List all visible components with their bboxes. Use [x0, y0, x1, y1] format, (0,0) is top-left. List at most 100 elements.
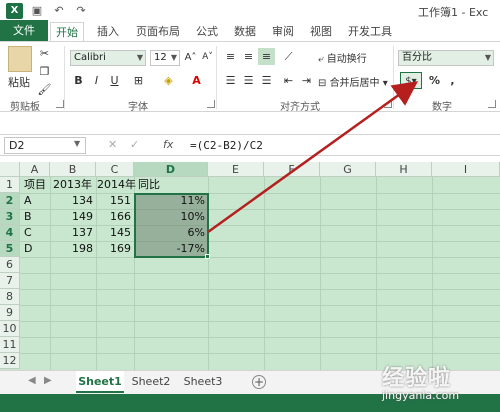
increase-indent-icon[interactable]: ⇥ [298, 72, 315, 89]
number-launcher-icon[interactable] [488, 100, 496, 108]
cell-2014[interactable]: 151 [96, 193, 134, 209]
row-header[interactable]: 7 [0, 273, 20, 289]
decrease-indent-icon[interactable]: ⇤ [280, 72, 297, 89]
add-sheet-button[interactable]: + [252, 375, 266, 389]
enter-icon[interactable]: ✓ [130, 138, 139, 151]
sheet-tab[interactable]: Sheet3 [180, 371, 226, 393]
row-header[interactable]: 8 [0, 289, 20, 305]
comma-style-button[interactable]: , [444, 72, 461, 89]
cell-2014[interactable]: 169 [96, 241, 134, 257]
font-size-dropdown[interactable]: 12 ▼ [150, 50, 180, 66]
align-right-icon[interactable]: ☰ [258, 72, 275, 89]
cell-item[interactable]: C [21, 225, 35, 241]
redo-icon[interactable]: ↷ [72, 3, 90, 19]
accounting-format-icon[interactable]: $▾ [400, 72, 422, 89]
cell-item[interactable]: A [21, 193, 35, 209]
row-header[interactable]: 2 [0, 193, 20, 209]
save-icon[interactable]: ▣ [28, 3, 46, 19]
name-box-dropdown-icon[interactable]: ▼ [74, 139, 80, 148]
bold-button[interactable]: B [70, 72, 87, 89]
merge-center-button[interactable]: ⊟ 合并后居中 ▾ [318, 74, 388, 89]
cell-2014[interactable]: 166 [96, 209, 134, 225]
sheet-tab-active[interactable]: Sheet1 [76, 371, 124, 393]
sheet-tab[interactable]: Sheet2 [128, 371, 174, 393]
worksheet-grid[interactable]: A B C D E F G H I 1 2 3 4 5 6 7 8 9 10 1… [0, 162, 500, 370]
cell-yoy[interactable]: 11% [134, 193, 208, 209]
fill-color-icon[interactable]: ◈ [160, 72, 177, 89]
tab-review[interactable]: 审阅 [266, 22, 300, 41]
cell-2013[interactable]: 137 [50, 225, 96, 241]
row-header[interactable]: 6 [0, 257, 20, 273]
row-header[interactable]: 10 [0, 321, 20, 337]
percent-style-button[interactable]: % [426, 72, 443, 89]
row-header[interactable]: 11 [0, 337, 20, 353]
format-painter-icon[interactable]: 🖌 [36, 81, 53, 98]
cell-header[interactable]: 2013年 [50, 177, 95, 193]
cell-item[interactable]: D [21, 241, 35, 257]
font-color-icon[interactable]: A [188, 72, 205, 89]
align-bottom-icon[interactable]: ≡ [258, 48, 275, 65]
row-header[interactable]: 4 [0, 225, 20, 241]
number-format-dropdown[interactable]: 百分比 ▼ [398, 50, 494, 66]
decrease-font-icon[interactable]: A˅ [199, 49, 216, 66]
undo-icon[interactable]: ↶ [50, 3, 68, 19]
tab-view[interactable]: 视图 [304, 22, 338, 41]
underline-button[interactable]: U [106, 72, 123, 89]
tab-insert[interactable]: 插入 [90, 22, 126, 41]
cell-header[interactable]: 项目 [21, 177, 49, 193]
tab-developer[interactable]: 开发工具 [342, 22, 398, 41]
scroll-left-icon[interactable]: ◀ [28, 375, 36, 386]
align-middle-icon[interactable]: ≡ [240, 48, 257, 65]
cell-header[interactable]: 2014年 [94, 177, 139, 193]
cell-2013[interactable]: 149 [50, 209, 96, 225]
row-header[interactable]: 3 [0, 209, 20, 225]
row-header[interactable]: 9 [0, 305, 20, 321]
tab-page-layout[interactable]: 页面布局 [130, 22, 186, 41]
cell-item[interactable]: B [21, 209, 35, 225]
align-top-icon[interactable]: ≡ [222, 48, 239, 65]
row-header[interactable]: 12 [0, 353, 20, 369]
cell-yoy[interactable]: 6% [134, 225, 208, 241]
cell-yoy[interactable]: -17% [134, 241, 208, 257]
paste-label[interactable]: 粘贴 [8, 74, 30, 90]
select-all-corner[interactable] [0, 162, 20, 177]
copy-icon[interactable]: ❐ [36, 63, 53, 80]
column-header[interactable]: A [20, 162, 50, 177]
cell-2014[interactable]: 145 [96, 225, 134, 241]
column-header[interactable]: F [264, 162, 320, 177]
tab-formulas[interactable]: 公式 [190, 22, 224, 41]
scroll-right-icon[interactable]: ▶ [44, 375, 52, 386]
wrap-text-button[interactable]: ⤶ 自动换行 [318, 50, 367, 65]
cancel-icon[interactable]: ✕ [108, 138, 117, 151]
align-center-icon[interactable]: ☰ [240, 72, 257, 89]
italic-button[interactable]: I [88, 72, 105, 89]
row-header[interactable]: 5 [0, 241, 20, 257]
cell-yoy[interactable]: 10% [134, 209, 208, 225]
column-header[interactable]: I [432, 162, 500, 177]
tab-data[interactable]: 数据 [228, 22, 262, 41]
increase-font-icon[interactable]: A˄ [182, 49, 199, 66]
cell-header[interactable]: 同比 [135, 177, 163, 193]
column-header[interactable]: D [134, 162, 208, 177]
cell-2013[interactable]: 134 [50, 193, 96, 209]
paste-icon[interactable] [8, 46, 32, 72]
column-header[interactable]: E [208, 162, 264, 177]
clipboard-launcher-icon[interactable] [56, 100, 64, 108]
cut-icon[interactable]: ✂ [36, 45, 53, 62]
alignment-launcher-icon[interactable] [384, 100, 392, 108]
column-header[interactable]: B [50, 162, 96, 177]
column-header[interactable]: C [96, 162, 134, 177]
row-header[interactable]: 1 [0, 177, 20, 193]
column-header[interactable]: H [376, 162, 432, 177]
cell-2013[interactable]: 198 [50, 241, 96, 257]
font-name-dropdown[interactable]: Calibri ▼ [70, 50, 146, 66]
orientation-icon[interactable]: ⟋ [280, 48, 297, 65]
borders-icon[interactable]: ⊞ [130, 72, 147, 89]
align-left-icon[interactable]: ☰ [222, 72, 239, 89]
tab-file[interactable]: 文件 [0, 20, 48, 41]
font-launcher-icon[interactable] [207, 100, 215, 108]
insert-function-button[interactable]: fx [163, 138, 173, 151]
formula-input[interactable]: =(C2-B2)/C2 [190, 137, 495, 154]
tab-home[interactable]: 开始 [50, 22, 84, 41]
column-header[interactable]: G [320, 162, 376, 177]
